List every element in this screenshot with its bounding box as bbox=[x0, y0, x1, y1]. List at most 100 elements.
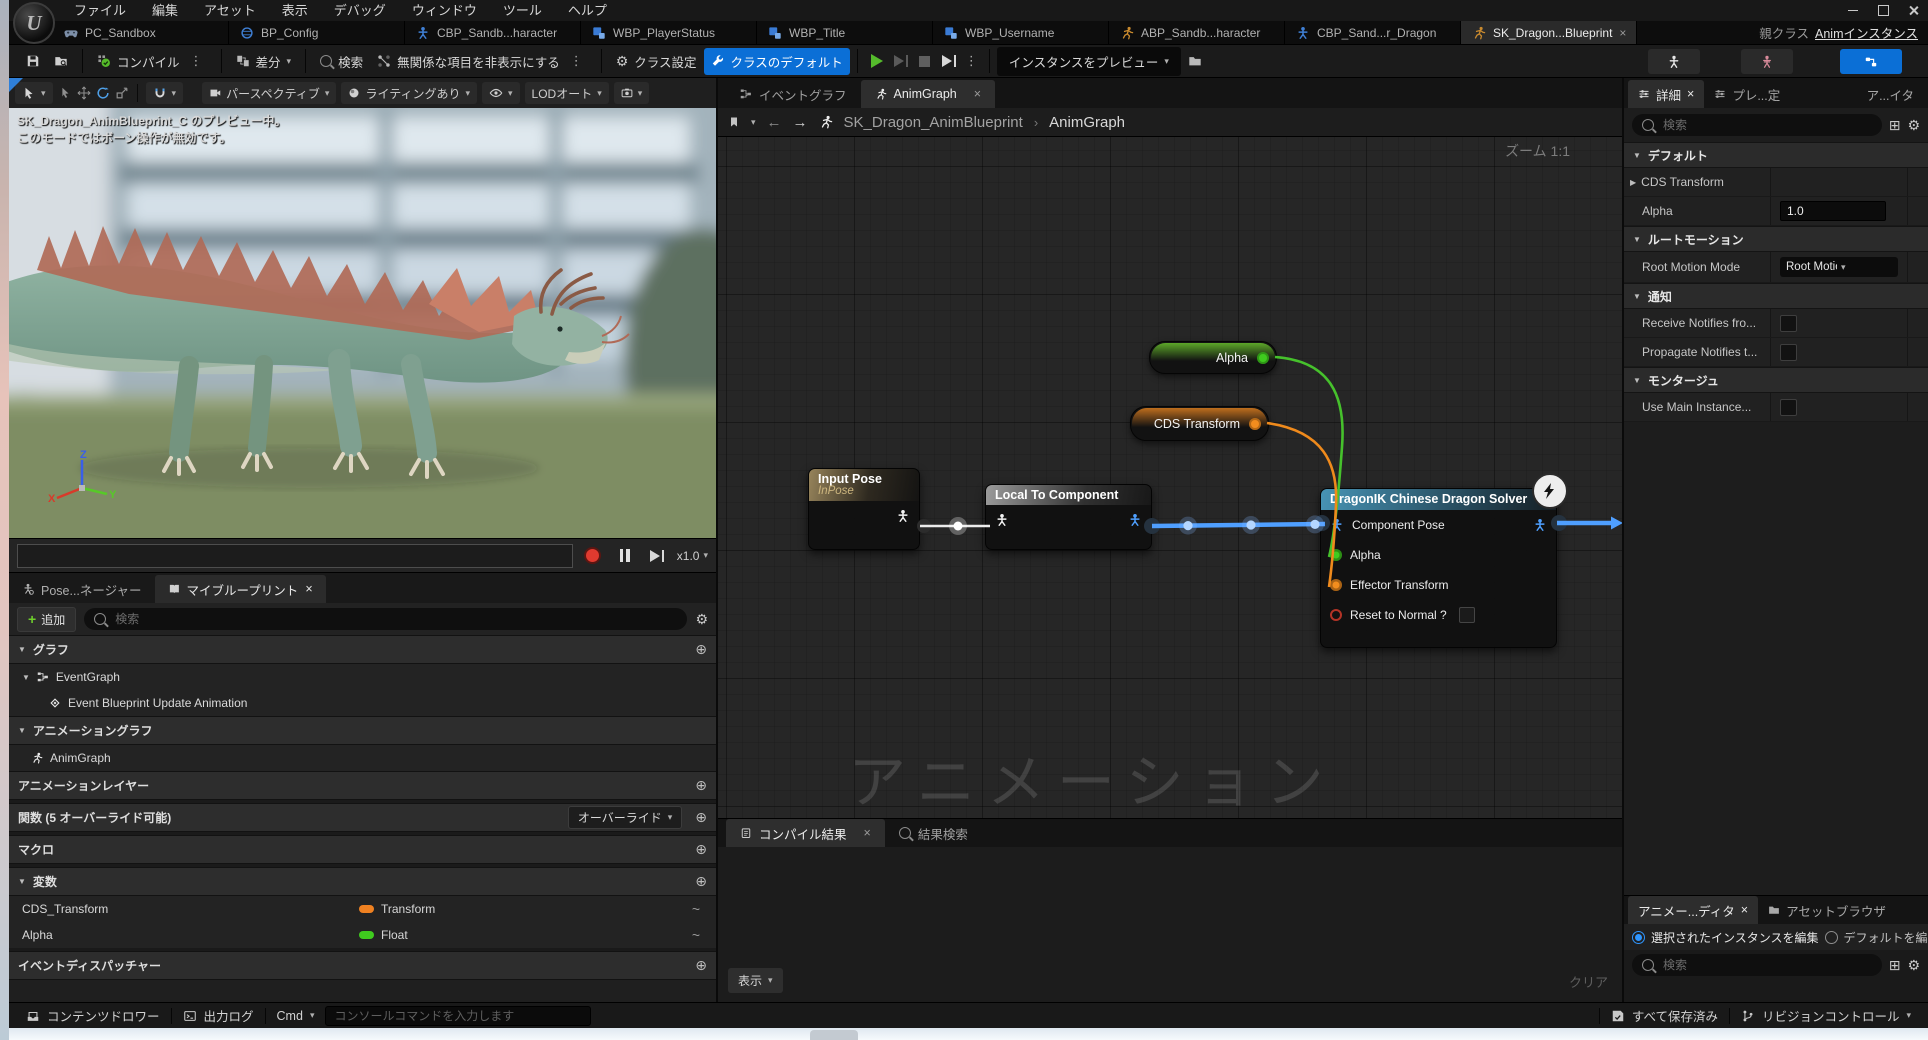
console-command-input[interactable] bbox=[325, 1006, 591, 1026]
scale-tool-icon[interactable] bbox=[115, 86, 129, 100]
class-defaults-button[interactable]: クラスのデフォルト bbox=[704, 48, 850, 75]
save-status-button[interactable]: すべて保存済み bbox=[1600, 1003, 1729, 1028]
close-tab-icon[interactable]: × bbox=[974, 87, 981, 101]
record-button[interactable] bbox=[581, 544, 605, 568]
root-motion-mode-dropdown[interactable]: Root Motion from M ▾ bbox=[1780, 257, 1898, 277]
row-use-main-instance[interactable]: Use Main Instance... bbox=[1624, 393, 1928, 422]
section-default[interactable]: ▼ デフォルト bbox=[1624, 142, 1928, 168]
row-receive-notifies[interactable]: Receive Notifies fro... bbox=[1624, 309, 1928, 338]
bookmark-icon[interactable] bbox=[728, 116, 740, 128]
list-item-animgraph[interactable]: AnimGraph bbox=[9, 745, 716, 771]
tab-details[interactable]: 詳細 × bbox=[1628, 80, 1704, 108]
section-montage[interactable]: ▼ モンタージュ bbox=[1624, 367, 1928, 393]
add-button[interactable]: + 追加 bbox=[17, 607, 76, 632]
menu-tools[interactable]: ツール bbox=[490, 0, 555, 21]
timeline-scrubber[interactable] bbox=[17, 544, 573, 568]
browse-asset-button[interactable] bbox=[47, 50, 75, 72]
section-animation-layers[interactable]: アニメーションレイヤー ⊕ bbox=[9, 771, 716, 800]
node-cds-transform-getter[interactable]: CDS Transform bbox=[1130, 406, 1269, 441]
row-root-motion-mode[interactable]: Root Motion Mode Root Motion from M ▾ bbox=[1624, 252, 1928, 283]
node-local-to-component[interactable]: Local To Component bbox=[985, 484, 1152, 550]
receive-notifies-checkbox[interactable] bbox=[1780, 315, 1797, 332]
parent-class-link[interactable]: Animインスタンス bbox=[1815, 23, 1918, 42]
details-search-input[interactable] bbox=[1661, 117, 1872, 133]
tab-sk-dragon-blueprint[interactable]: SK_Dragon...Blueprint × bbox=[1461, 21, 1637, 44]
find-button[interactable]: 検索 bbox=[313, 48, 370, 75]
tab-asset-browser[interactable]: アセットブラウザ bbox=[1758, 896, 1896, 924]
node-alpha-getter[interactable]: Alpha bbox=[1149, 341, 1277, 374]
section-notifies[interactable]: ▼ 通知 bbox=[1624, 283, 1928, 309]
close-tab-icon[interactable]: × bbox=[1687, 87, 1694, 101]
content-drawer-button[interactable]: コンテンツドロワー bbox=[15, 1003, 171, 1028]
gear-icon[interactable]: ⚙ bbox=[695, 612, 708, 626]
tab-wbp-playerstatus[interactable]: WBP_PlayerStatus bbox=[581, 21, 757, 44]
menu-view[interactable]: 表示 bbox=[269, 0, 321, 21]
stop-button[interactable] bbox=[913, 49, 937, 73]
variable-row-cds-transform[interactable]: CDS_Transform Transform ~ bbox=[9, 896, 716, 922]
output-log-button[interactable]: 出力ログ bbox=[172, 1003, 265, 1028]
row-propagate-notifies[interactable]: Propagate Notifies t... bbox=[1624, 338, 1928, 367]
pin-alpha-output[interactable] bbox=[1257, 352, 1269, 364]
show-flags-dropdown[interactable]: ▾ bbox=[482, 82, 520, 104]
clear-button[interactable]: クリア bbox=[1569, 972, 1608, 991]
close-button[interactable] bbox=[1898, 0, 1928, 21]
breadcrumb-root[interactable]: SK_Dragon_AnimBlueprint bbox=[844, 114, 1023, 131]
add-function-icon[interactable]: ⊕ bbox=[695, 809, 707, 826]
skeleton-button[interactable] bbox=[1741, 49, 1793, 74]
list-item-eventgraph[interactable]: ▼ EventGraph bbox=[9, 664, 716, 690]
tab-preview-settings[interactable]: プレ...定 bbox=[1704, 80, 1790, 108]
section-graphs[interactable]: ▼ グラフ ⊕ bbox=[9, 635, 716, 664]
section-root-motion[interactable]: ▼ ルートモーション bbox=[1624, 226, 1928, 252]
play-options-icon[interactable]: ⋮ bbox=[961, 53, 982, 69]
alpha-pin-icon[interactable] bbox=[1330, 549, 1342, 561]
menu-window[interactable]: ウィンドウ bbox=[399, 0, 490, 21]
add-variable-icon[interactable]: ⊕ bbox=[695, 873, 707, 890]
alpha-value-field[interactable] bbox=[1780, 201, 1886, 221]
save-button[interactable] bbox=[19, 50, 47, 72]
animgraph-canvas[interactable]: ズーム 1:1 アニメーション Alpha CDS Transform bbox=[718, 137, 1622, 819]
hide-unrelated-button[interactable]: 無関係な項目を非表示にする ⋮ bbox=[370, 48, 594, 75]
node-dragonik-solver[interactable]: DragonIK Chinese Dragon Solver Component… bbox=[1320, 488, 1557, 648]
rotate-tool-icon[interactable] bbox=[96, 86, 110, 100]
tab-wbp-username[interactable]: WBP_Username bbox=[933, 21, 1109, 44]
pose-pin-icon[interactable] bbox=[896, 509, 910, 523]
section-macros[interactable]: マクロ ⊕ bbox=[9, 835, 716, 864]
menu-edit[interactable]: 編集 bbox=[139, 0, 191, 21]
row-alpha[interactable]: Alpha bbox=[1624, 197, 1928, 226]
expand-icon[interactable]: ▶ bbox=[1630, 178, 1636, 187]
list-item-event-update-animation[interactable]: Event Blueprint Update Animation bbox=[9, 690, 716, 716]
add-animation-layer-icon[interactable]: ⊕ bbox=[695, 777, 707, 794]
pose-pin-icon[interactable] bbox=[995, 513, 1009, 527]
variable-visibility-icon[interactable]: ~ bbox=[692, 927, 716, 943]
edit-defaults-radio[interactable] bbox=[1825, 931, 1838, 944]
select-tool-icon[interactable] bbox=[58, 86, 72, 100]
frame-skip-button[interactable] bbox=[937, 49, 961, 73]
back-icon[interactable]: ← bbox=[767, 114, 782, 131]
grid-view-icon[interactable]: ⊞ bbox=[1889, 958, 1901, 972]
row-cds-transform[interactable]: ▶CDS Transform bbox=[1624, 168, 1928, 197]
tab-cbp-sandbox-dragon[interactable]: CBP_Sand...r_Dragon bbox=[1285, 21, 1461, 44]
close-tab-icon[interactable]: × bbox=[1619, 26, 1626, 40]
add-macro-icon[interactable]: ⊕ bbox=[695, 841, 707, 858]
gear-icon[interactable]: ⚙ bbox=[1907, 958, 1920, 972]
tab-my-blueprint[interactable]: マイブループリント × bbox=[155, 575, 326, 603]
tab-find-results[interactable]: 結果検索 bbox=[885, 819, 982, 847]
anim-preview-search[interactable] bbox=[1632, 954, 1882, 976]
compile-button[interactable]: コンパイル ⋮ bbox=[90, 48, 214, 75]
menu-asset[interactable]: アセット bbox=[191, 0, 269, 21]
reset-to-normal-checkbox[interactable] bbox=[1459, 607, 1475, 623]
diff-button[interactable]: 差分 ▾ bbox=[229, 48, 299, 75]
tab-anim-preview-editor[interactable]: アニメー...ディタ × bbox=[1628, 896, 1758, 924]
tab-pc-sandbox[interactable]: PC_Sandbox bbox=[53, 21, 229, 44]
preview-folder-button[interactable] bbox=[1181, 50, 1209, 72]
pin-cds-transform-output[interactable] bbox=[1249, 418, 1261, 430]
step-forward-button[interactable] bbox=[645, 544, 669, 568]
my-blueprint-search-input[interactable] bbox=[113, 611, 677, 627]
reset-to-normal-pin-icon[interactable] bbox=[1330, 609, 1342, 621]
lod-dropdown[interactable]: LODオート ▾ bbox=[525, 82, 609, 104]
node-input-pose[interactable]: Input Pose InPose bbox=[808, 468, 920, 550]
preview-viewport[interactable]: SK_Dragon_AnimBlueprint_C のプレビュー中。 このモード… bbox=[9, 108, 716, 538]
preview-instance-dropdown[interactable]: インスタンスをプレビュー ▾ bbox=[997, 47, 1181, 76]
step-button[interactable] bbox=[889, 49, 913, 73]
grid-view-icon[interactable]: ⊞ bbox=[1889, 118, 1901, 132]
